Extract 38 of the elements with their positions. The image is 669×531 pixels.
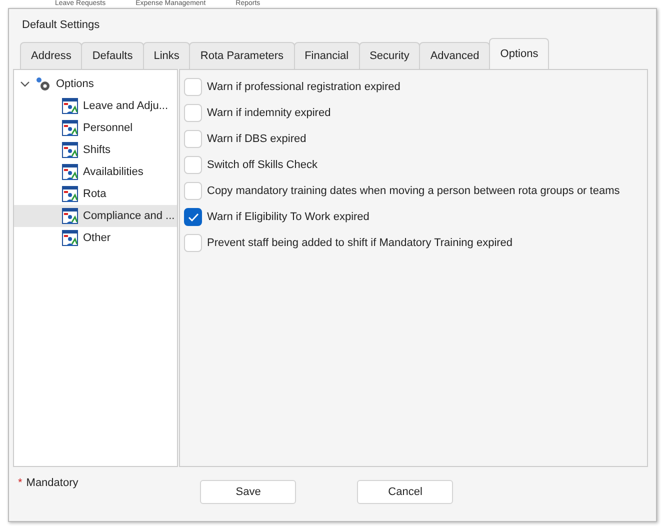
tree-item[interactable]: Other xyxy=(14,227,177,249)
tree-item[interactable]: Shifts xyxy=(14,139,177,161)
tab[interactable]: Rota Parameters xyxy=(189,42,295,69)
required-mark: * xyxy=(18,476,22,491)
option-label: Warn if indemnity expired xyxy=(207,106,331,121)
person-form-icon xyxy=(62,142,79,158)
option-label: Copy mandatory training dates when moving a person between rota groups or teams xyxy=(207,184,620,199)
option-label: Warn if DBS expired xyxy=(207,132,306,147)
checkmark-icon xyxy=(188,212,198,222)
person-form-icon xyxy=(62,164,79,180)
mandatory-label: Mandatory xyxy=(26,476,80,491)
tab[interactable]: Defaults xyxy=(81,42,144,69)
tree-item[interactable]: Compliance and ... xyxy=(14,205,177,227)
tab[interactable]: Options xyxy=(489,38,550,69)
tree-item[interactable]: Rota xyxy=(14,183,177,205)
chevron-icon[interactable] xyxy=(20,79,30,89)
tab[interactable]: Address xyxy=(20,42,82,69)
checkbox[interactable] xyxy=(184,208,202,226)
cancel-button[interactable]: Cancel xyxy=(357,480,454,504)
dialog-title: Default Settings xyxy=(21,18,101,33)
option-label: Warn if Eligibility To Work expired xyxy=(207,210,370,225)
option-label: Prevent staff being added to shift if Mandatory Training expired xyxy=(207,236,513,251)
tab[interactable]: Advanced xyxy=(419,42,490,69)
tab[interactable]: Financial xyxy=(294,42,360,69)
person-form-icon xyxy=(62,186,79,202)
tree-item[interactable]: Leave and Adju... xyxy=(14,95,177,117)
save-button[interactable]: Save xyxy=(200,480,296,504)
tree-item[interactable]: Availabilities xyxy=(14,161,177,183)
person-form-icon xyxy=(62,98,79,114)
person-form-icon xyxy=(62,120,79,136)
option-label: Switch off Skills Check xyxy=(207,158,318,173)
tree-item[interactable]: Personnel xyxy=(14,117,177,139)
option-label: Warn if professional registration expired xyxy=(207,80,400,95)
tab[interactable]: Links xyxy=(142,42,190,69)
tab[interactable]: Security xyxy=(358,42,420,69)
person-form-icon xyxy=(62,230,79,246)
person-form-icon xyxy=(62,208,79,224)
tree-item[interactable]: Options xyxy=(56,76,94,92)
